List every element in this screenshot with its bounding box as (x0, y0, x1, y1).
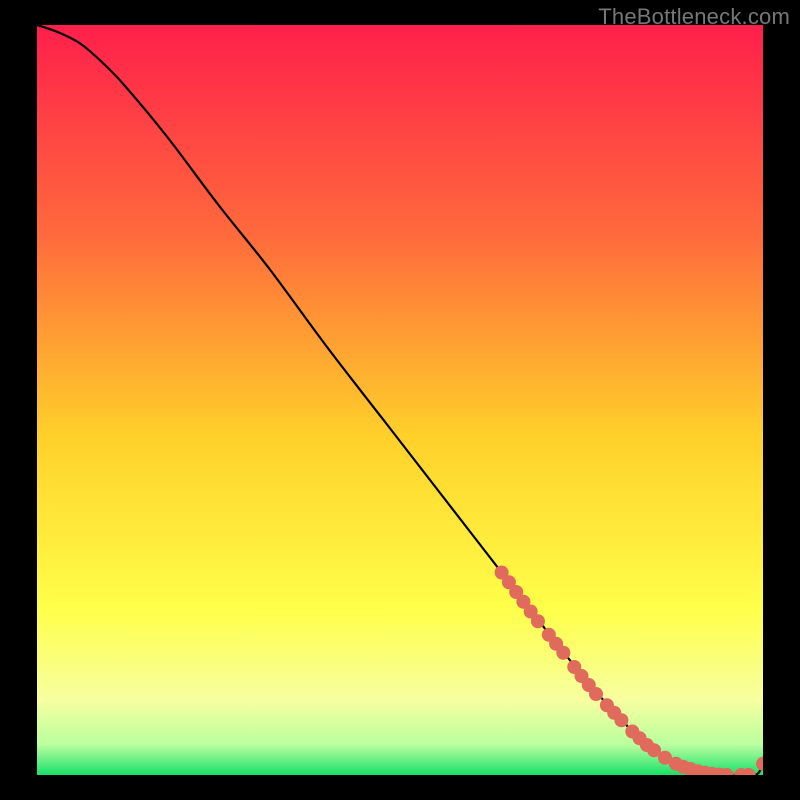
watermark-text: TheBottleneck.com (598, 4, 790, 30)
plot-background (37, 25, 763, 775)
marker-dot (614, 713, 628, 727)
chart-container: TheBottleneck.com (0, 0, 800, 800)
marker-dot (556, 646, 570, 660)
marker-dot (531, 614, 545, 628)
bottleneck-chart (0, 0, 800, 800)
marker-dot (589, 687, 603, 701)
